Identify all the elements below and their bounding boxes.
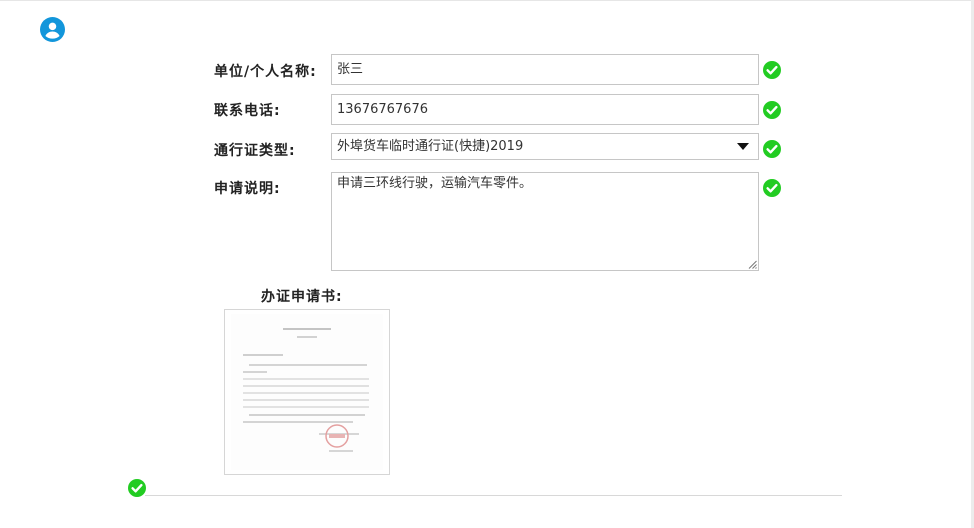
desc-textarea-value: 申请三环线行驶，运输汽车零件。 <box>337 176 533 191</box>
check-circle-icon <box>763 101 781 119</box>
resize-grip-icon[interactable] <box>748 260 757 269</box>
phone-input[interactable]: 13676767676 <box>331 94 759 125</box>
type-select-value: 外埠货车临时通行证(快捷)2019 <box>337 139 524 154</box>
name-label: 单位/个人名称: <box>214 64 317 80</box>
phone-input-value: 13676767676 <box>337 102 428 117</box>
check-circle-icon <box>763 140 781 158</box>
type-select[interactable]: 外埠货车临时通行证(快捷)2019 <box>331 133 759 160</box>
desc-label: 申请说明: <box>214 181 281 197</box>
user-circle-icon <box>40 17 65 42</box>
document-preview-image <box>231 314 383 470</box>
caret-down-icon[interactable] <box>737 143 749 150</box>
desc-textarea[interactable]: 申请三环线行驶，运输汽车零件。 <box>331 172 759 271</box>
section-divider <box>145 495 842 496</box>
name-input-value: 张三 <box>337 62 364 77</box>
doc-label: 办证申请书: <box>261 289 343 305</box>
check-circle-icon <box>128 479 146 497</box>
application-document-thumbnail[interactable] <box>224 309 390 475</box>
top-border <box>0 0 974 1</box>
check-circle-icon <box>763 179 781 197</box>
phone-label: 联系电话: <box>214 103 281 119</box>
name-input[interactable]: 张三 <box>331 54 759 85</box>
type-label: 通行证类型: <box>214 143 296 159</box>
check-circle-icon <box>763 61 781 79</box>
